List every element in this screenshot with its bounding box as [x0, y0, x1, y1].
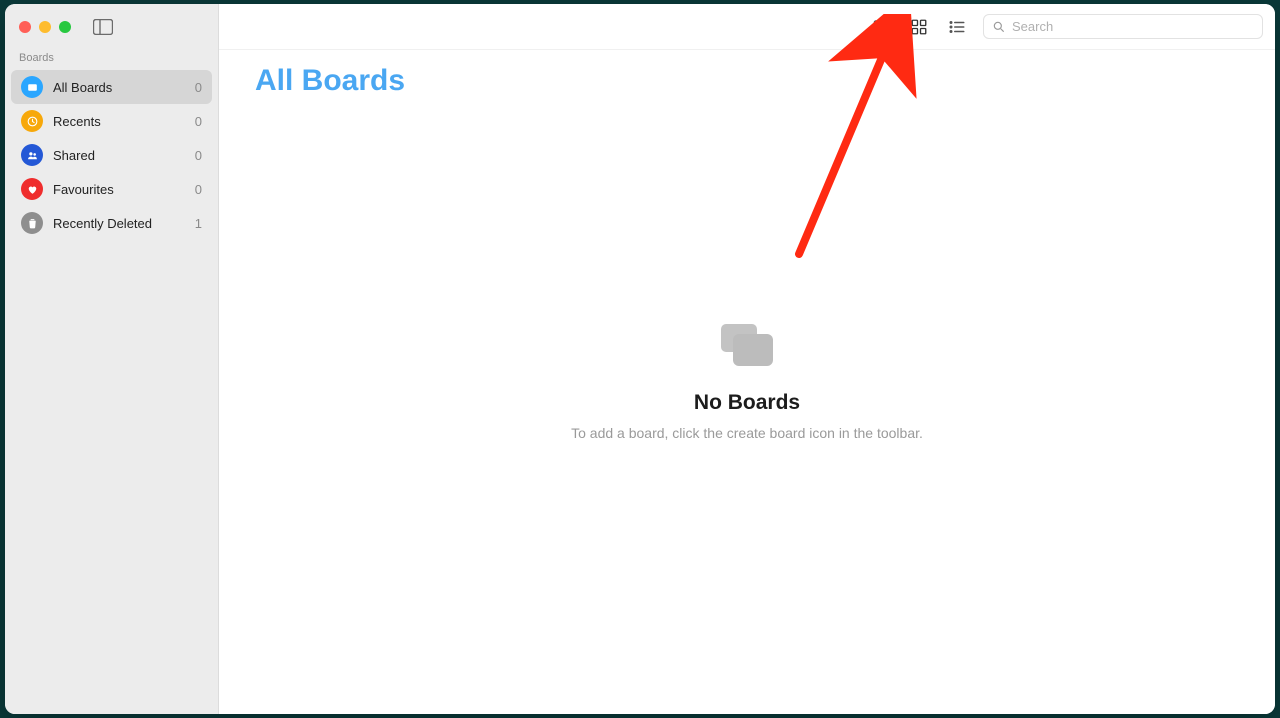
clock-icon: [21, 110, 43, 132]
sidebar-item-count: 0: [195, 182, 202, 197]
titlebar: [5, 4, 218, 50]
sidebar-item-count: 0: [195, 148, 202, 163]
empty-title: No Boards: [694, 391, 800, 415]
people-icon: [21, 144, 43, 166]
board-icon: [21, 76, 43, 98]
sidebar-item-recently-deleted[interactable]: Recently Deleted 1: [11, 206, 212, 240]
grid-icon: [910, 18, 928, 36]
search-input[interactable]: [1012, 19, 1254, 34]
minimize-window-button[interactable]: [39, 21, 51, 33]
toolbar: [219, 4, 1275, 50]
empty-state: No Boards To add a board, click the crea…: [219, 108, 1275, 714]
sidebar-item-count: 1: [195, 216, 202, 231]
search-field[interactable]: [983, 14, 1263, 39]
list-view-button[interactable]: [945, 15, 969, 39]
page-title: All Boards: [219, 50, 1275, 108]
maximize-window-button[interactable]: [59, 21, 71, 33]
search-icon: [992, 20, 1006, 34]
sidebar-section-label: Boards: [5, 50, 218, 70]
main-content: All Boards No Boards To add a board, cli…: [219, 4, 1275, 714]
trash-icon: [21, 212, 43, 234]
sidebar-item-label: All Boards: [53, 80, 112, 95]
compose-icon: [872, 17, 891, 36]
boards-empty-icon: [719, 322, 775, 373]
toggle-sidebar-button[interactable]: [93, 19, 113, 35]
sidebar-item-label: Shared: [53, 148, 95, 163]
empty-subtitle: To add a board, click the create board i…: [571, 425, 923, 441]
sidebar-item-label: Favourites: [53, 182, 114, 197]
sidebar-item-count: 0: [195, 114, 202, 129]
sidebar-item-label: Recents: [53, 114, 101, 129]
list-icon: [948, 18, 966, 36]
sidebar-item-all-boards[interactable]: All Boards 0: [11, 70, 212, 104]
sidebar-item-recents[interactable]: Recents 0: [11, 104, 212, 138]
window-controls: [19, 21, 71, 33]
sidebar-item-shared[interactable]: Shared 0: [11, 138, 212, 172]
sidebar-item-count: 0: [195, 80, 202, 95]
sidebar-nav: All Boards 0 Recents 0 Shared 0: [5, 70, 218, 240]
sidebar: Boards All Boards 0 Recents 0: [5, 4, 219, 714]
sidebar-item-label: Recently Deleted: [53, 216, 152, 231]
grid-view-button[interactable]: [907, 15, 931, 39]
app-window: Boards All Boards 0 Recents 0: [5, 4, 1275, 714]
sidebar-item-favourites[interactable]: Favourites 0: [11, 172, 212, 206]
heart-icon: [21, 178, 43, 200]
create-board-button[interactable]: [869, 15, 893, 39]
sidebar-icon: [93, 19, 113, 35]
close-window-button[interactable]: [19, 21, 31, 33]
